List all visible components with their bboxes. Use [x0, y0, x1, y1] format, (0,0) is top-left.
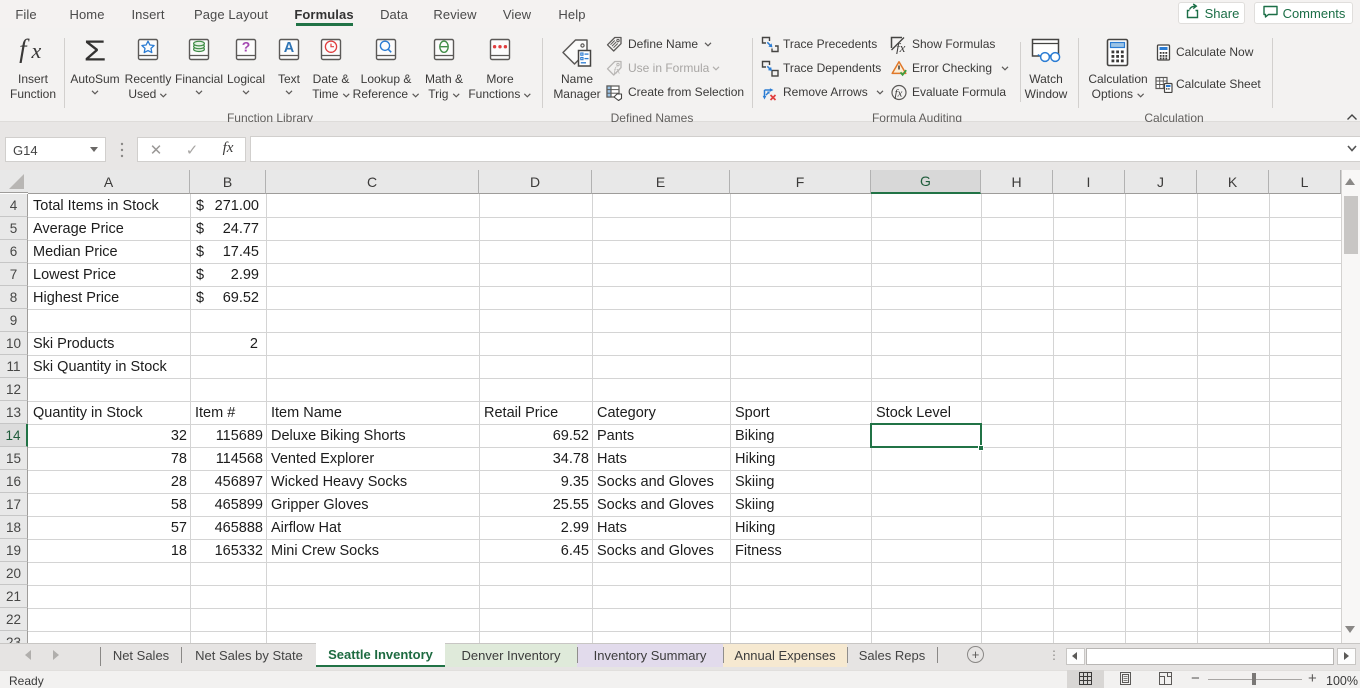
svg-text:fx: fx: [895, 88, 903, 100]
svg-text:fx: fx: [896, 40, 906, 54]
svg-text:?: ?: [242, 39, 251, 55]
svg-text:x: x: [31, 38, 42, 63]
svg-text:Σ: Σ: [84, 38, 106, 64]
svg-text:fx: fx: [614, 66, 622, 77]
svg-text:A: A: [284, 40, 295, 56]
svg-text:f: f: [19, 38, 30, 63]
